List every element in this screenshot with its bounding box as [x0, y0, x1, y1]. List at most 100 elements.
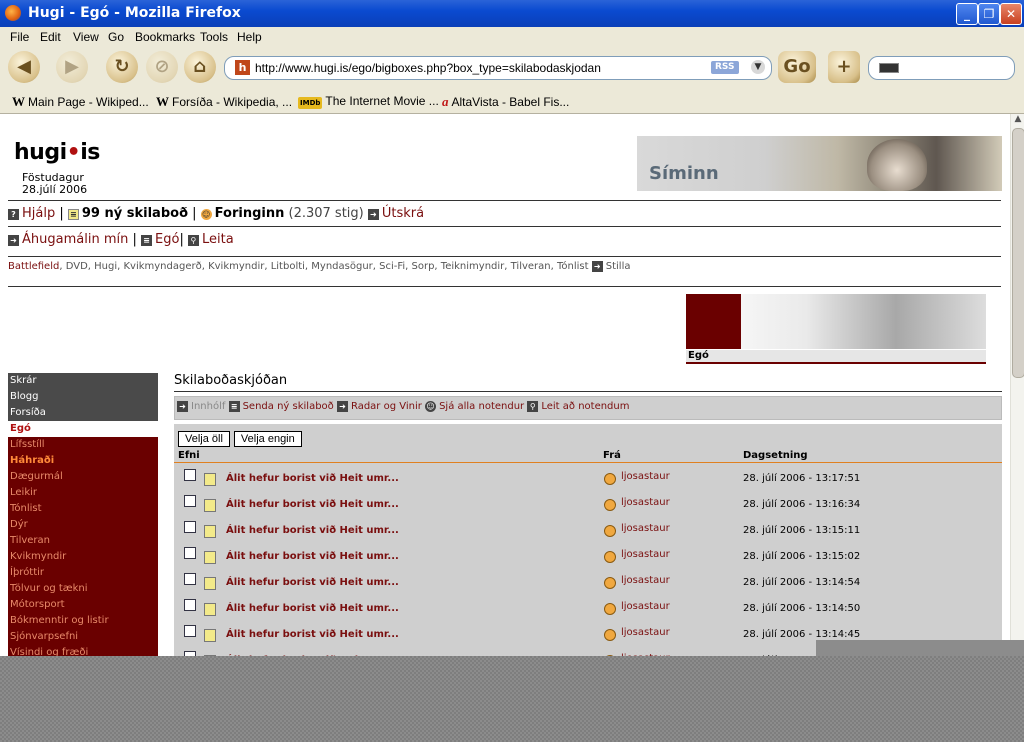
- sidebar-item-lifsstill[interactable]: Lífsstíll: [8, 437, 158, 453]
- menu-view[interactable]: View: [73, 30, 99, 44]
- message-sender[interactable]: ljosastaur: [621, 575, 670, 586]
- restore-button[interactable]: ❐: [978, 3, 1000, 25]
- new-messages-link[interactable]: 99 ný skilaboð: [82, 206, 188, 221]
- message-subject[interactable]: Álit hefur borist við Heit umr...: [226, 499, 399, 510]
- message-sender[interactable]: ljosastaur: [621, 523, 670, 534]
- sidebar-item-motorsport[interactable]: Mótorsport: [8, 597, 158, 613]
- help-link[interactable]: Hjálp: [22, 206, 55, 221]
- message-sender[interactable]: ljosastaur: [621, 497, 670, 508]
- inbox-link[interactable]: Innhólf: [191, 401, 225, 412]
- interests-link[interactable]: Áhugamálin mín: [22, 232, 128, 247]
- message-sender[interactable]: ljosastaur: [621, 549, 670, 560]
- row-checkbox[interactable]: [184, 547, 196, 559]
- all-users-link[interactable]: Sjá alla notendur: [439, 401, 524, 412]
- nav-bar: ➜ Áhugamálin mín | ≡ Egó| ⚲ Leita: [8, 232, 234, 247]
- message-subject[interactable]: Álit hefur borist við Heit umr...: [226, 473, 399, 484]
- message-sender[interactable]: ljosastaur: [621, 601, 670, 612]
- bookmark-imdb[interactable]: IMDb The Internet Movie ...: [298, 94, 439, 109]
- sidebar-item-ithrottir[interactable]: Íþróttir: [8, 565, 158, 581]
- search-engine-icon[interactable]: [879, 63, 899, 73]
- sidebar-item-blogg[interactable]: Blogg: [8, 389, 158, 405]
- sidebar-item-hahradi[interactable]: Háhraði: [8, 453, 158, 469]
- screen-overlay: [0, 656, 1024, 742]
- search-input[interactable]: [868, 56, 1015, 80]
- logout-link[interactable]: Útskrá: [382, 206, 424, 221]
- menu-edit[interactable]: Edit: [40, 30, 61, 44]
- sidebar-item-kvikmyndir[interactable]: Kvikmyndir: [8, 549, 158, 565]
- select-all-button[interactable]: Velja öll: [178, 431, 230, 447]
- mailbox: Skilaboðaskjóðan ➜ Innhólf ≡ Senda ný skil…: [174, 373, 1002, 656]
- sidebar-item-sjonvarp[interactable]: Sjónvarpsefni: [8, 629, 158, 645]
- menu-help[interactable]: Help: [237, 30, 262, 44]
- sidebar-item-daegurmal[interactable]: Dægurmál: [8, 469, 158, 485]
- row-checkbox[interactable]: [184, 521, 196, 533]
- send-message-link[interactable]: Senda ný skilaboð: [243, 401, 334, 412]
- sidebar-item-ego[interactable]: Egó: [8, 421, 158, 437]
- sidebar-item-forsida[interactable]: Forsíða: [8, 405, 158, 421]
- row-checkbox[interactable]: [184, 599, 196, 611]
- advertisement-banner[interactable]: Síminn: [637, 136, 1002, 191]
- add-bookmark-icon[interactable]: +: [828, 51, 860, 83]
- still-link[interactable]: Stilla: [606, 261, 631, 272]
- message-subject[interactable]: Álit hefur borist við Heit umr...: [226, 525, 399, 536]
- message-subject[interactable]: Álit hefur borist við Heit umr...: [226, 551, 399, 562]
- home-icon[interactable]: ⌂: [184, 51, 216, 83]
- menu-bar: File Edit View Go Bookmarks Tools Help: [0, 27, 1024, 47]
- chevron-down-icon[interactable]: ▼: [751, 60, 765, 74]
- hugi-logo[interactable]: hugi•is: [14, 140, 100, 165]
- address-bar[interactable]: h http://www.hugi.is/ego/bigboxes.php?bo…: [224, 56, 772, 80]
- forward-icon[interactable]: ▶: [56, 51, 88, 83]
- reload-icon[interactable]: ↻: [106, 51, 138, 83]
- ego-link[interactable]: Egó: [155, 232, 179, 247]
- bookmark-forsida[interactable]: W Forsíða - Wikipedia, ...: [156, 94, 292, 110]
- category-links: Battlefield, DVD, Hugi, Kvikmyndagerð, K…: [8, 261, 630, 272]
- message-list: Álit hefur borist við Heit umr... ljosast…: [174, 463, 1002, 656]
- menu-file[interactable]: File: [10, 30, 29, 44]
- row-checkbox[interactable]: [184, 573, 196, 585]
- scrollbar-thumb[interactable]: [1012, 128, 1024, 378]
- row-checkbox[interactable]: [184, 625, 196, 637]
- message-sender[interactable]: ljosastaur: [621, 627, 670, 638]
- menu-go[interactable]: Go: [108, 30, 124, 44]
- find-users-link[interactable]: Leit að notendum: [541, 401, 629, 412]
- message-subject[interactable]: Álit hefur borist við Heit umr...: [226, 577, 399, 588]
- user-bar: ? Hjálp | ≡ 99 ný skilaboð | ☺ Foringinn (2…: [8, 206, 424, 221]
- sidebar-item-leikir[interactable]: Leikir: [8, 485, 158, 501]
- sidebar-item-visindi[interactable]: Vísindi og fræði: [8, 645, 158, 656]
- message-subject[interactable]: Álit hefur borist við Heit umr...: [226, 603, 399, 614]
- sidebar-item-tilveran[interactable]: Tilveran: [8, 533, 158, 549]
- sidebar-item-tolvur[interactable]: Tölvur og tækni: [8, 581, 158, 597]
- go-icon[interactable]: Go: [778, 51, 816, 83]
- page-content: hugi•is Föstudagur 28.júlí 2006 Síminn ?…: [0, 114, 1010, 656]
- category-list[interactable]: , DVD, Hugi, Kvikmyndagerð, Kvikmyndir, …: [59, 261, 588, 272]
- rss-icon[interactable]: RSS: [711, 61, 739, 74]
- row-checkbox[interactable]: [184, 495, 196, 507]
- column-from: Frá: [603, 450, 621, 461]
- row-checkbox[interactable]: [184, 469, 196, 481]
- separator: |: [179, 232, 184, 247]
- minimize-button[interactable]: _: [956, 3, 978, 25]
- stop-icon[interactable]: ⊘: [146, 51, 178, 83]
- bookmark-label: AltaVista - Babel Fis...: [451, 95, 570, 109]
- close-button[interactable]: ✕: [1000, 3, 1022, 25]
- bookmark-altavista[interactable]: a AltaVista - Babel Fis...: [442, 94, 569, 110]
- search-link[interactable]: Leita: [202, 232, 234, 247]
- message-subject[interactable]: Álit hefur borist við Heit umr...: [226, 629, 399, 640]
- back-icon[interactable]: ◀: [8, 51, 40, 83]
- username[interactable]: Foringinn: [215, 206, 285, 221]
- select-none-button[interactable]: Velja engin: [233, 431, 302, 447]
- menu-tools[interactable]: Tools: [200, 30, 228, 44]
- menu-bookmarks[interactable]: Bookmarks: [135, 30, 195, 44]
- sidebar-item-dyr[interactable]: Dýr: [8, 517, 158, 533]
- bookmark-main-page[interactable]: W Main Page - Wikiped...: [12, 94, 149, 110]
- table-row: Álit hefur borist við Heit umr... ljosast…: [174, 463, 1002, 489]
- vertical-scrollbar[interactable]: ▲: [1010, 114, 1024, 656]
- category-battlefield[interactable]: Battlefield: [8, 261, 59, 272]
- sidebar-item-tonlist[interactable]: Tónlist: [8, 501, 158, 517]
- search-icon: ⚲: [187, 235, 199, 246]
- scroll-up-icon[interactable]: ▲: [1012, 114, 1024, 126]
- radar-link[interactable]: Radar og Vinir: [351, 401, 422, 412]
- sidebar-item-skrar[interactable]: Skrár: [8, 373, 158, 389]
- message-sender[interactable]: ljosastaur: [621, 471, 670, 482]
- sidebar-item-bokmenntir[interactable]: Bókmenntir og listir: [8, 613, 158, 629]
